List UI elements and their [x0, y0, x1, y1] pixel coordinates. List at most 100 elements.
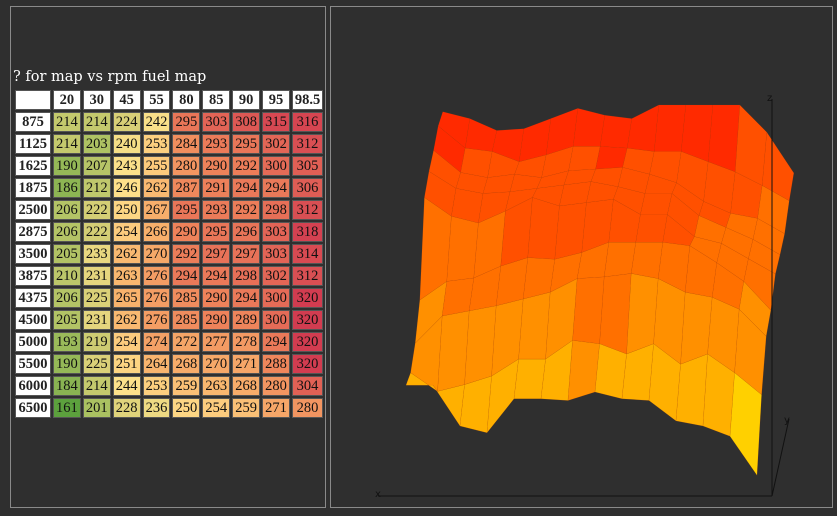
fuel-cell[interactable]: 291	[202, 178, 231, 198]
fuel-cell[interactable]: 277	[202, 332, 231, 352]
fuel-cell[interactable]: 298	[262, 200, 290, 220]
fuel-cell[interactable]: 320	[292, 354, 323, 374]
fuel-cell[interactable]: 290	[172, 222, 201, 242]
fuel-cell[interactable]: 210	[52, 266, 81, 286]
fuel-cell[interactable]: 292	[232, 200, 261, 220]
fuel-cell[interactable]: 184	[52, 376, 81, 396]
fuel-cell[interactable]: 298	[232, 266, 261, 286]
fuel-cell[interactable]: 272	[172, 332, 201, 352]
fuel-cell[interactable]: 305	[292, 156, 323, 176]
fuel-cell[interactable]: 212	[82, 178, 111, 198]
fuel-cell[interactable]: 300	[262, 288, 290, 308]
fuel-cell[interactable]: 297	[232, 244, 261, 264]
fuel-cell[interactable]: 295	[172, 200, 201, 220]
fuel-cell[interactable]: 294	[262, 332, 290, 352]
fuel-cell[interactable]: 294	[202, 266, 231, 286]
fuel-cell[interactable]: 214	[52, 112, 81, 132]
fuel-cell[interactable]: 271	[232, 354, 261, 374]
fuel-cell[interactable]: 288	[262, 354, 290, 374]
fuel-cell[interactable]: 270	[202, 354, 231, 374]
fuel-cell[interactable]: 270	[142, 244, 171, 264]
fuel-cell[interactable]: 259	[232, 398, 261, 418]
fuel-cell[interactable]: 267	[142, 200, 171, 220]
fuel-cell[interactable]: 320	[292, 332, 323, 352]
fuel-cell[interactable]: 289	[232, 310, 261, 330]
fuel-cell[interactable]: 302	[262, 134, 290, 154]
fuel-cell[interactable]: 306	[292, 178, 323, 198]
fuel-cell[interactable]: 203	[82, 134, 111, 154]
fuel-cell[interactable]: 253	[142, 134, 171, 154]
fuel-cell[interactable]: 193	[52, 332, 81, 352]
fuel-cell[interactable]: 214	[82, 376, 111, 396]
fuel-cell[interactable]: 268	[172, 354, 201, 374]
fuel-cell[interactable]: 293	[202, 134, 231, 154]
fuel-cell[interactable]: 161	[52, 398, 81, 418]
fuel-cell[interactable]: 263	[112, 266, 141, 286]
fuel-cell[interactable]: 266	[142, 222, 171, 242]
fuel-cell[interactable]: 206	[52, 288, 81, 308]
fuel-cell[interactable]: 254	[112, 222, 141, 242]
fuel-cell[interactable]: 263	[202, 376, 231, 396]
fuel-cell[interactable]: 292	[172, 244, 201, 264]
fuel-cell[interactable]: 294	[172, 266, 201, 286]
fuel-cell[interactable]: 303	[262, 222, 290, 242]
fuel-cell[interactable]: 295	[172, 112, 201, 132]
fuel-cell[interactable]: 312	[292, 200, 323, 220]
fuel-cell[interactable]: 276	[142, 288, 171, 308]
fuel-cell[interactable]: 250	[112, 200, 141, 220]
fuel-cell[interactable]: 262	[142, 178, 171, 198]
surface-plot[interactable]: x y z	[331, 7, 833, 508]
fuel-cell[interactable]: 225	[82, 288, 111, 308]
fuel-cell[interactable]: 225	[82, 354, 111, 374]
fuel-cell[interactable]: 264	[142, 354, 171, 374]
fuel-cell[interactable]: 214	[82, 112, 111, 132]
fuel-cell[interactable]: 190	[52, 156, 81, 176]
fuel-cell[interactable]: 300	[262, 310, 290, 330]
fuel-cell[interactable]: 243	[112, 156, 141, 176]
fuel-cell[interactable]: 294	[262, 178, 290, 198]
fuel-cell[interactable]: 314	[292, 244, 323, 264]
fuel-cell[interactable]: 228	[112, 398, 141, 418]
fuel-cell[interactable]: 251	[112, 354, 141, 374]
fuel-cell[interactable]: 246	[112, 178, 141, 198]
fuel-cell[interactable]: 276	[142, 266, 171, 286]
fuel-cell[interactable]: 206	[52, 222, 81, 242]
fuel-cell[interactable]: 304	[292, 376, 323, 396]
fuel-cell[interactable]: 292	[232, 156, 261, 176]
fuel-cell[interactable]: 297	[202, 244, 231, 264]
fuel-cell[interactable]: 233	[82, 244, 111, 264]
fuel-cell[interactable]: 222	[82, 200, 111, 220]
fuel-cell[interactable]: 207	[82, 156, 111, 176]
fuel-cell[interactable]: 219	[82, 332, 111, 352]
fuel-cell[interactable]: 320	[292, 288, 323, 308]
fuel-cell[interactable]: 205	[52, 244, 81, 264]
fuel-cell[interactable]: 278	[232, 332, 261, 352]
fuel-cell[interactable]: 274	[142, 332, 171, 352]
fuel-cell[interactable]: 294	[232, 288, 261, 308]
fuel-cell[interactable]: 285	[172, 310, 201, 330]
fuel-cell[interactable]: 290	[202, 288, 231, 308]
fuel-cell[interactable]: 271	[262, 398, 290, 418]
fuel-cell[interactable]: 293	[202, 200, 231, 220]
fuel-cell[interactable]: 294	[232, 178, 261, 198]
fuel-cell[interactable]: 201	[82, 398, 111, 418]
fuel-cell[interactable]: 222	[82, 222, 111, 242]
fuel-cell[interactable]: 318	[292, 222, 323, 242]
fuel-cell[interactable]: 242	[142, 112, 171, 132]
fuel-cell[interactable]: 254	[202, 398, 231, 418]
fuel-cell[interactable]: 285	[172, 288, 201, 308]
fuel-cell[interactable]: 224	[112, 112, 141, 132]
fuel-cell[interactable]: 236	[142, 398, 171, 418]
fuel-cell[interactable]: 308	[232, 112, 261, 132]
fuel-cell[interactable]: 214	[52, 134, 81, 154]
fuel-cell[interactable]: 302	[262, 266, 290, 286]
fuel-cell[interactable]: 290	[202, 156, 231, 176]
fuel-cell[interactable]: 244	[112, 376, 141, 396]
fuel-cell[interactable]: 280	[262, 376, 290, 396]
fuel-cell[interactable]: 240	[112, 134, 141, 154]
fuel-cell[interactable]: 284	[172, 134, 201, 154]
surface-plot-panel[interactable]: x y z	[330, 6, 833, 508]
fuel-cell[interactable]: 254	[112, 332, 141, 352]
fuel-cell[interactable]: 280	[172, 156, 201, 176]
fuel-cell[interactable]: 265	[112, 288, 141, 308]
